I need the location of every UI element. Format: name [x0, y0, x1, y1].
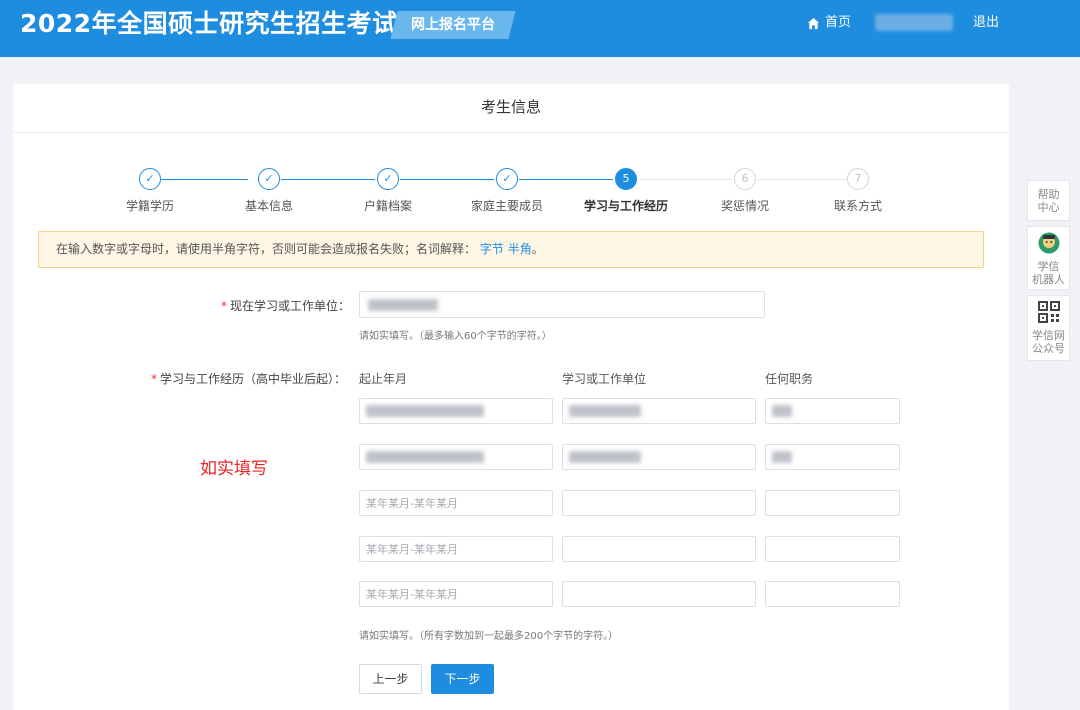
annotation-text: 如实填写: [200, 459, 268, 479]
position-input-3[interactable]: [765, 490, 900, 516]
blurred-value: [366, 405, 484, 417]
position-input-2[interactable]: [765, 444, 900, 470]
help-label-1: 帮助: [1037, 188, 1060, 201]
home-link[interactable]: 首页: [807, 13, 851, 33]
step-label: 户籍档案: [363, 199, 412, 213]
step-label: 奖惩情况: [720, 199, 769, 213]
wechat-qr-button[interactable]: 学信网 公众号: [1027, 295, 1070, 361]
unit-input-3[interactable]: [562, 490, 756, 516]
current-unit-label: * 现在学习或工作单位：: [221, 297, 350, 314]
current-unit-hint: 请如实填写。（最多输入60个字节的字符。）: [359, 331, 552, 342]
user-name: [875, 14, 953, 31]
platform-tag: 网上报名平台: [411, 17, 495, 33]
top-header: 2022年全国硕士研究生招生考试 网上报名平台 首页 退出: [0, 0, 1080, 57]
blurred-value: [772, 405, 792, 417]
step-label: 家庭主要成员: [470, 199, 543, 213]
period-input-5[interactable]: 某年某月-某年某月: [359, 581, 553, 607]
prev-step-button[interactable]: 上一步: [359, 664, 422, 694]
history-label: * 学习与工作经历（高中毕业后起）：: [151, 370, 346, 387]
glossary-link-halfwidth[interactable]: 半角: [508, 242, 532, 256]
step-7: 7 联系方式: [808, 168, 908, 214]
column-header-unit: 学习或工作单位: [562, 372, 647, 386]
step-1[interactable]: ✓ 学籍学历: [100, 168, 200, 214]
step-label: 学籍学历: [125, 199, 174, 213]
step-number: 5: [615, 168, 637, 190]
site-title: 2022年全国硕士研究生招生考试: [20, 9, 398, 38]
notice-text: 在输入数字或字母时，请使用半角字符，否则可能会造成报名失败；名词解释：: [56, 242, 477, 256]
period-input-1[interactable]: [359, 398, 553, 424]
step-2[interactable]: ✓ 基本信息: [219, 168, 319, 214]
period-input-2[interactable]: [359, 444, 553, 470]
step-5[interactable]: 5 学习与工作经历: [576, 168, 676, 214]
step-check-icon: ✓: [377, 168, 399, 190]
step-number: 7: [847, 168, 869, 190]
blurred-value: [368, 298, 438, 311]
step-label: 基本信息: [244, 199, 293, 213]
history-label-text: 学习与工作经历（高中毕业后起）：: [160, 372, 347, 386]
robot-icon: [1038, 232, 1059, 254]
step-check-icon: ✓: [258, 168, 280, 190]
period-placeholder: 某年某月-某年某月: [366, 588, 458, 601]
blurred-value: [772, 451, 792, 463]
next-step-button[interactable]: 下一步: [431, 664, 494, 694]
blurred-value: [366, 451, 484, 463]
current-unit-input[interactable]: [359, 291, 765, 318]
step-6: 6 奖惩情况: [695, 168, 795, 214]
home-icon: [807, 17, 820, 29]
unit-input-4[interactable]: [562, 536, 756, 562]
position-input-5[interactable]: [765, 581, 900, 607]
notice-bar: 在输入数字或字母时，请使用半角字符，否则可能会造成报名失败；名词解释： 字节 半…: [38, 231, 984, 268]
logout-link[interactable]: 退出: [973, 13, 999, 33]
robot-label-1: 学信: [1037, 260, 1060, 273]
period-input-4[interactable]: 某年某月-某年某月: [359, 536, 553, 562]
required-mark: *: [151, 372, 157, 386]
blurred-value: [569, 405, 641, 417]
history-hint: 请如实填写。（所有字数加到一起最多200个字节的字符。）: [359, 631, 619, 642]
home-label: 首页: [825, 15, 852, 30]
notice-end: 。: [531, 242, 544, 256]
step-4[interactable]: ✓ 家庭主要成员: [457, 168, 557, 214]
period-placeholder: 某年某月-某年某月: [366, 497, 458, 510]
step-number: 6: [734, 168, 756, 190]
step-check-icon: ✓: [139, 168, 161, 190]
help-center-button[interactable]: 帮助 中心: [1027, 180, 1070, 221]
robot-button[interactable]: 学信 机器人: [1027, 226, 1070, 290]
position-input-4[interactable]: [765, 536, 900, 562]
qr-label-2: 公众号: [1032, 342, 1065, 355]
panel-title: 考生信息: [13, 84, 1009, 133]
required-mark: *: [221, 299, 227, 313]
step-3[interactable]: ✓ 户籍档案: [338, 168, 438, 214]
robot-label-2: 机器人: [1032, 273, 1065, 286]
period-placeholder: 某年某月-某年某月: [366, 543, 458, 556]
column-header-period: 起止年月: [359, 372, 408, 386]
step-label: 联系方式: [833, 199, 882, 213]
qr-label-1: 学信网: [1032, 329, 1065, 342]
glossary-link-byte[interactable]: 字节: [480, 242, 504, 256]
column-header-position: 任何职务: [765, 372, 814, 386]
unit-input-2[interactable]: [562, 444, 756, 470]
qr-code-icon: [1037, 301, 1060, 323]
blurred-value: [569, 451, 641, 463]
current-unit-label-text: 现在学习或工作单位：: [230, 299, 351, 313]
unit-input-1[interactable]: [562, 398, 756, 424]
period-input-3[interactable]: 某年某月-某年某月: [359, 490, 553, 516]
unit-input-5[interactable]: [562, 581, 756, 607]
step-label: 学习与工作经历: [583, 199, 668, 213]
step-check-icon: ✓: [496, 168, 518, 190]
position-input-1[interactable]: [765, 398, 900, 424]
help-label-2: 中心: [1037, 201, 1060, 214]
